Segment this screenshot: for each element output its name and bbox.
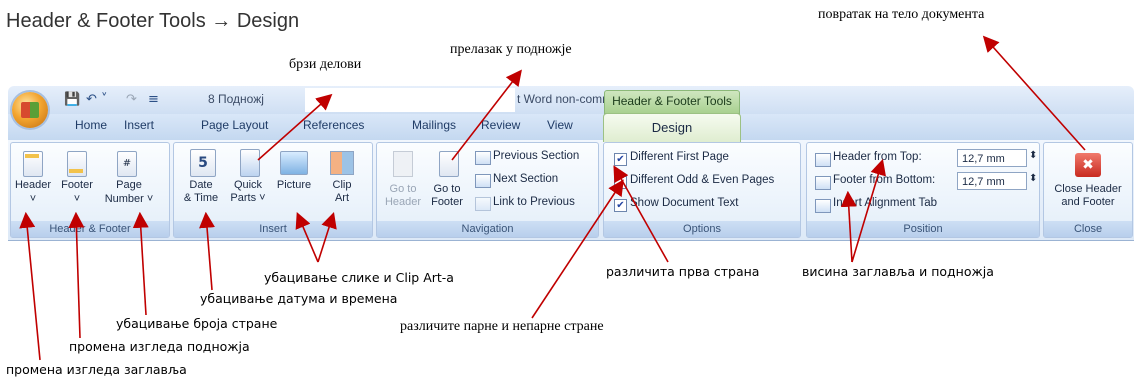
arrow-footer	[68, 211, 85, 339]
arrow-page-number	[132, 211, 149, 316]
arrow-first-page	[613, 165, 669, 263]
arrow-goto-footer	[451, 69, 522, 161]
arrow-date-time	[199, 211, 215, 291]
arrow-height-1	[851, 158, 886, 263]
arrow-return-body	[982, 35, 1086, 151]
arrow-header	[19, 211, 41, 361]
arrow-clip-art	[317, 211, 337, 263]
annotation-arrows	[19, 35, 1086, 361]
arrow-odd-even	[531, 179, 624, 319]
arrow-quick-parts	[257, 93, 333, 161]
arrow-height-2	[840, 190, 857, 263]
arrow-picture	[295, 212, 319, 263]
